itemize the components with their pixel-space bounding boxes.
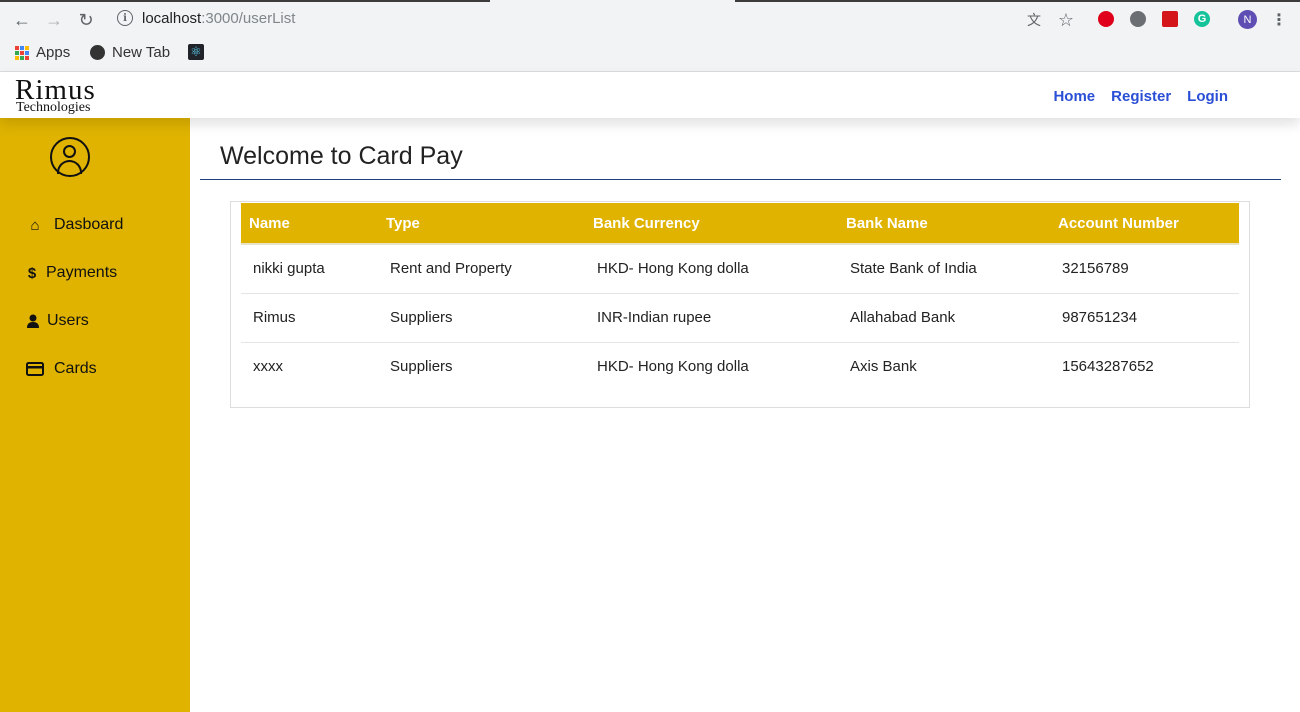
logo[interactable]: Rimus Technologies bbox=[15, 74, 125, 116]
back-arrow-icon[interactable]: ← bbox=[11, 9, 33, 31]
profile-avatar[interactable]: N bbox=[1238, 10, 1257, 29]
cell-bank-name: State Bank of India bbox=[838, 244, 1050, 294]
bookmark-react[interactable]: ⚛ bbox=[188, 44, 204, 60]
bookmark-apps[interactable]: Apps bbox=[15, 44, 70, 61]
bookmark-label: New Tab bbox=[112, 44, 171, 61]
dollar-icon: $ bbox=[27, 264, 37, 282]
table-row[interactable]: Rimus Suppliers INR-Indian rupee Allahab… bbox=[241, 293, 1239, 343]
bookmark-new-tab[interactable]: New Tab bbox=[90, 44, 170, 61]
info-icon[interactable]: i bbox=[117, 10, 133, 26]
reload-icon[interactable]: ↻ bbox=[75, 9, 97, 31]
sidebar-item-dashboard[interactable]: ⌂ Dasboard bbox=[26, 213, 123, 237]
column-header-name: Name bbox=[241, 203, 378, 245]
sidebar-item-payments[interactable]: $ Payments bbox=[26, 261, 117, 285]
bookmarks-bar: Apps New Tab ⚛ bbox=[0, 40, 1300, 66]
cell-name: xxxx bbox=[253, 358, 283, 376]
sidebar-item-label: Cards bbox=[54, 360, 97, 377]
table-row[interactable]: xxxx Suppliers HKD- Hong Kong dolla Axis… bbox=[241, 342, 1239, 391]
tab-strip bbox=[0, 0, 1300, 2]
translate-icon[interactable]: 文 bbox=[1023, 9, 1045, 31]
top-nav: Home Register Login bbox=[1053, 88, 1228, 105]
url-path: :3000/userList bbox=[201, 10, 296, 27]
title-divider bbox=[200, 179, 1281, 180]
extension-red-icon[interactable] bbox=[1098, 11, 1114, 27]
app-header: Rimus Technologies Home Register Login bbox=[0, 72, 1300, 118]
cell-account-number: 15643287652 bbox=[1062, 358, 1154, 376]
cell-account-number: 987651234 bbox=[1050, 293, 1239, 343]
cell-account-number: 32156789 bbox=[1050, 244, 1239, 294]
cell-type: Suppliers bbox=[378, 293, 585, 343]
nav-register-link[interactable]: Register bbox=[1111, 88, 1171, 105]
sidebar-item-label: Payments bbox=[46, 264, 118, 281]
column-header-bank-currency: Bank Currency bbox=[585, 203, 838, 245]
url-host: localhost bbox=[142, 10, 202, 27]
bookmark-label: Apps bbox=[36, 44, 71, 61]
menu-dots-icon[interactable]: ⋮ bbox=[1268, 9, 1290, 31]
globe-icon bbox=[90, 45, 105, 60]
nav-login-link[interactable]: Login bbox=[1187, 88, 1228, 105]
table-header-row: Name Type Bank Currency Bank Name Accoun… bbox=[241, 203, 1239, 245]
cell-bank-name: Axis Bank bbox=[850, 358, 917, 376]
home-icon: ⌂ bbox=[30, 216, 40, 234]
cell-type: Rent and Property bbox=[378, 244, 585, 294]
apps-grid-icon bbox=[15, 45, 29, 60]
credit-card-icon bbox=[26, 362, 44, 376]
react-icon: ⚛ bbox=[188, 44, 204, 60]
forward-arrow-icon[interactable]: → bbox=[43, 9, 65, 31]
extension-puzzle-icon[interactable] bbox=[1162, 11, 1178, 27]
column-header-type: Type bbox=[378, 203, 585, 245]
star-icon[interactable]: ☆ bbox=[1055, 9, 1077, 31]
cell-bank-currency: HKD- Hong Kong dolla bbox=[597, 358, 749, 376]
user-list-table: Name Type Bank Currency Bank Name Accoun… bbox=[241, 203, 1239, 391]
sidebar-item-cards[interactable]: Cards bbox=[26, 357, 97, 381]
user-avatar-icon[interactable] bbox=[50, 137, 90, 177]
sidebar-item-label: Users bbox=[47, 312, 89, 329]
nav-home-link[interactable]: Home bbox=[1053, 88, 1095, 105]
column-header-account-number: Account Number bbox=[1050, 203, 1239, 245]
sidebar: ⌂ Dasboard $ Payments Users Cards bbox=[0, 118, 190, 712]
extension-gray-icon[interactable] bbox=[1130, 11, 1146, 27]
address-bar[interactable]: localhost:3000/userList bbox=[142, 10, 295, 27]
cell-bank-currency: INR-Indian rupee bbox=[585, 293, 838, 343]
cell-name: nikki gupta bbox=[241, 244, 378, 294]
user-icon bbox=[26, 314, 39, 328]
table-row[interactable]: nikki gupta Rent and Property HKD- Hong … bbox=[241, 244, 1239, 294]
browser-chrome: ← → ↻ i localhost:3000/userList 文 ☆ G N … bbox=[0, 0, 1300, 72]
cell-bank-currency: HKD- Hong Kong dolla bbox=[585, 244, 838, 294]
page-title: Welcome to Card Pay bbox=[220, 142, 463, 170]
cell-name: Rimus bbox=[241, 293, 378, 343]
cell-bank-name: Allahabad Bank bbox=[838, 293, 1050, 343]
logo-sub-text: Technologies bbox=[16, 100, 91, 115]
sidebar-item-users[interactable]: Users bbox=[26, 309, 89, 333]
cell-type: Suppliers bbox=[390, 358, 453, 376]
column-header-bank-name: Bank Name bbox=[838, 203, 1050, 245]
grammarly-icon[interactable]: G bbox=[1194, 11, 1210, 27]
sidebar-item-label: Dasboard bbox=[54, 216, 124, 233]
user-list-card: Name Type Bank Currency Bank Name Accoun… bbox=[230, 201, 1250, 408]
